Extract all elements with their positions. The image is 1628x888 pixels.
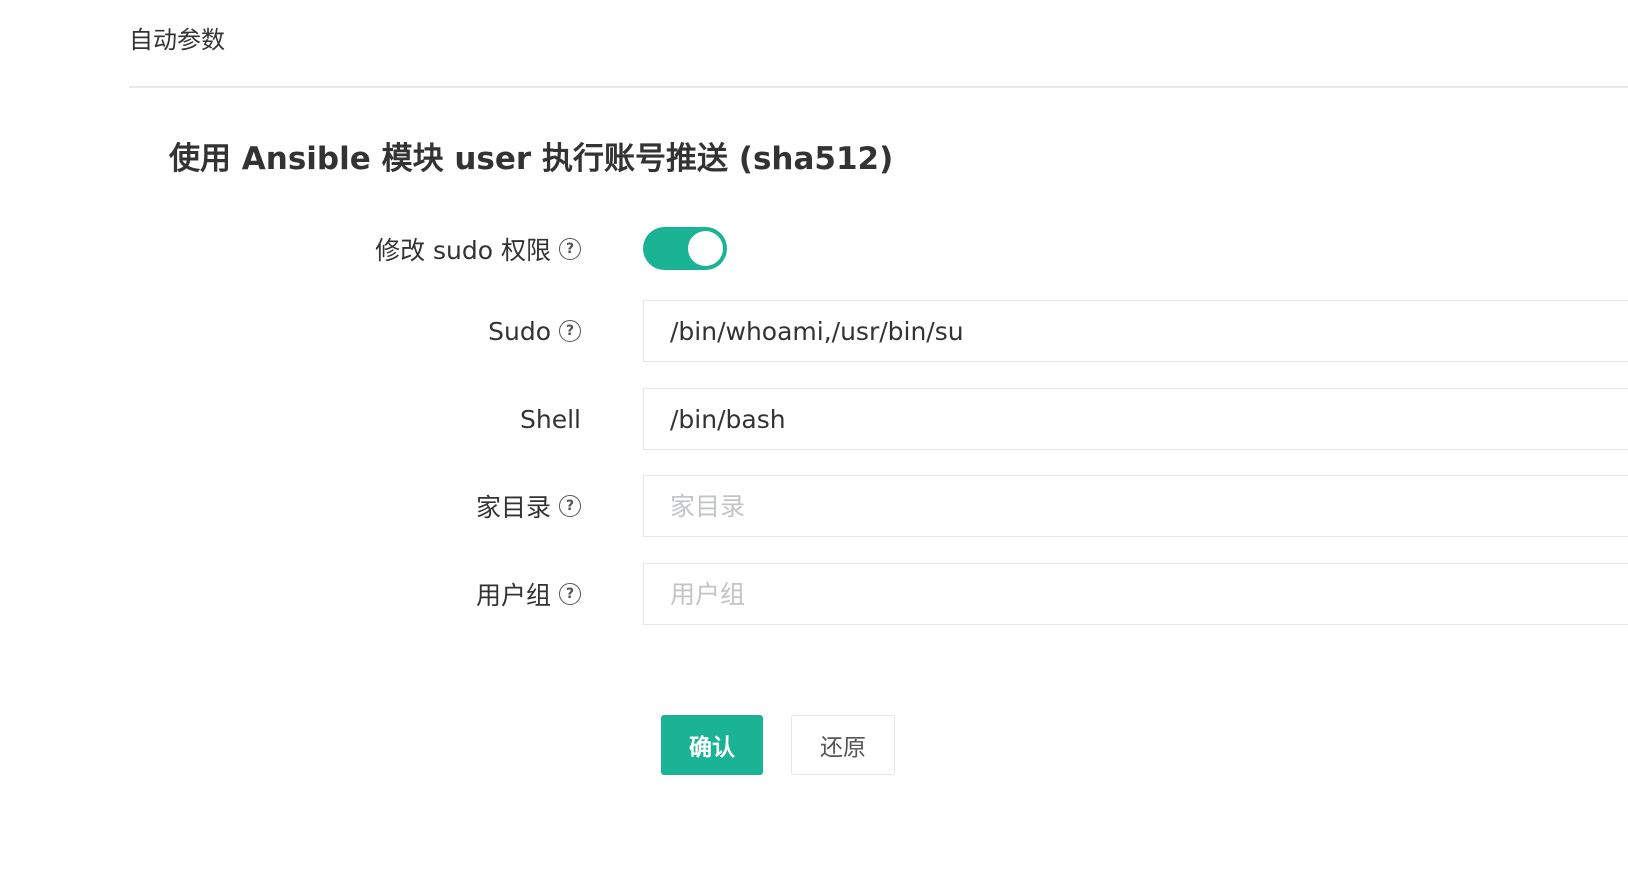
form-row-shell: Shell (0, 388, 1628, 450)
home-label-text: 家目录 (475, 493, 551, 522)
section-header: 自动参数 (129, 24, 225, 52)
sudo-label-text: Sudo (488, 316, 551, 346)
form-row-modify-sudo: 修改 sudo 权限 ? (0, 218, 1628, 280)
confirm-button[interactable]: 确认 (661, 715, 763, 775)
page: 自动参数 使用 Ansible 模块 user 执行账号推送 (sha512) … (0, 0, 1628, 888)
shell-input[interactable] (643, 388, 1628, 450)
modify-sudo-label-text: 修改 sudo 权限 (375, 236, 551, 265)
groups-label-text: 用户组 (475, 581, 551, 610)
form-row-groups: 用户组 ? (0, 563, 1628, 625)
form-title: 使用 Ansible 模块 user 执行账号推送 (sha512) (169, 141, 894, 177)
section-header-text: 自动参数 (129, 26, 225, 52)
help-icon[interactable]: ? (559, 320, 581, 342)
groups-label: 用户组 ? (476, 563, 581, 625)
home-label: 家目录 ? (476, 475, 581, 537)
reset-button[interactable]: 还原 (791, 715, 895, 775)
help-icon[interactable]: ? (559, 583, 581, 605)
groups-input[interactable] (643, 563, 1628, 625)
help-icon[interactable]: ? (559, 495, 581, 517)
toggle-knob (688, 231, 723, 266)
sudo-label: Sudo ? (488, 300, 581, 362)
modify-sudo-label: 修改 sudo 权限 ? (375, 218, 581, 280)
section-divider (129, 86, 1628, 88)
home-input[interactable] (643, 475, 1628, 537)
shell-label-text: Shell (520, 404, 581, 434)
help-icon[interactable]: ? (559, 238, 581, 260)
form-row-sudo: Sudo ? (0, 300, 1628, 362)
modify-sudo-toggle[interactable] (643, 227, 727, 270)
form-row-home: 家目录 ? (0, 475, 1628, 537)
sudo-input[interactable] (643, 300, 1628, 362)
shell-label: Shell (520, 388, 581, 450)
